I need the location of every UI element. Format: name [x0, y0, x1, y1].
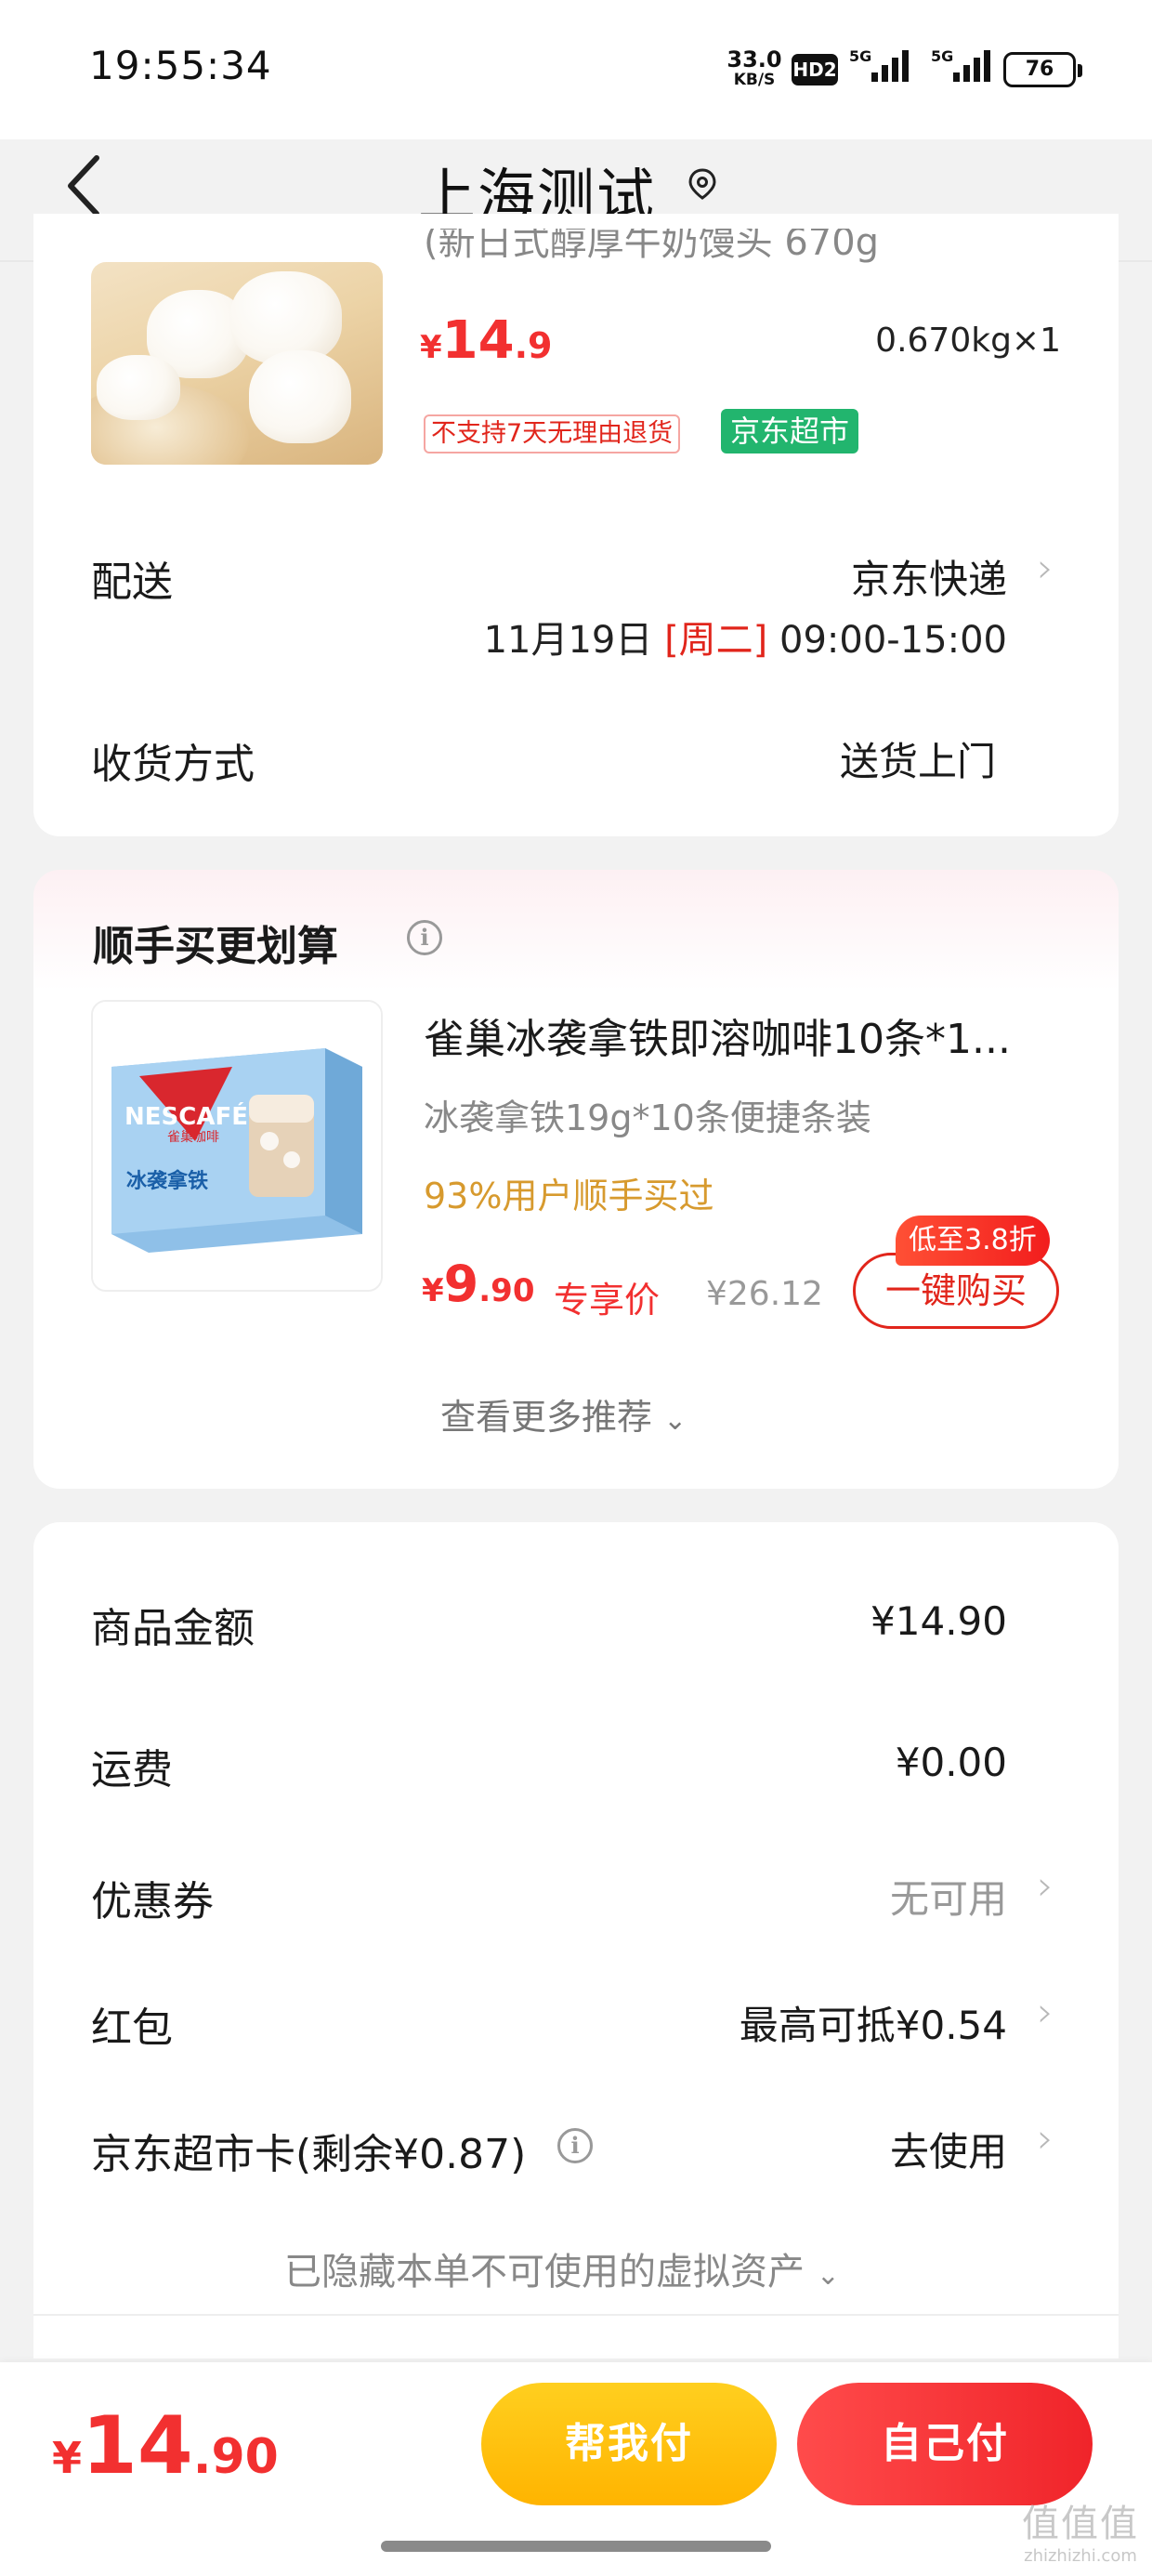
coupon-value[interactable]: 无可用: [890, 1868, 1007, 1925]
red-packet-value[interactable]: 最高可抵¥0.54: [740, 1994, 1007, 2051]
image-brand: NESCAFÉ: [124, 1101, 248, 1131]
home-indicator[interactable]: [381, 2541, 771, 2552]
signal-5g-icon-2: 5G: [929, 45, 998, 87]
product-weight-quantity: 0.670kg×1: [875, 322, 1061, 360]
self-pay-button[interactable]: 自己付: [797, 2383, 1093, 2505]
supermarket-card-value[interactable]: 去使用: [890, 2121, 1007, 2177]
recommend-product-image[interactable]: NESCAFÉ 雀巢咖啡 冰袭拿铁: [91, 1000, 383, 1292]
chevron-right-icon[interactable]: ›: [1037, 545, 1054, 592]
info-icon[interactable]: i: [407, 920, 442, 955]
more-recommendations-link[interactable]: 查看更多推荐 ⌄: [440, 1388, 687, 1439]
recommend-users-text: 93%用户顺手买过: [424, 1176, 714, 1216]
status-time: 19:55:34: [89, 43, 272, 88]
delivery-label: 配送: [91, 559, 173, 606]
product-image[interactable]: [91, 262, 383, 465]
summary-divider: [33, 2314, 1119, 2316]
delivery-carrier[interactable]: 京东快递: [851, 548, 1007, 605]
receive-method-label: 收货方式: [91, 741, 255, 788]
signal-1-label: 5G: [849, 47, 871, 65]
coupon-label: 优惠券: [91, 1878, 214, 1925]
hidden-assets-toggle[interactable]: 已隐藏本单不可使用的虚拟资产 ⌄: [284, 2241, 840, 2295]
battery-icon: 76: [1003, 52, 1082, 87]
help-pay-button[interactable]: 帮我付: [481, 2383, 777, 2505]
recommend-product-spec: 冰袭拿铁19g*10条便捷条装: [424, 1097, 871, 1138]
image-product-name: 冰袭拿铁: [126, 1169, 208, 1193]
shipping-fee-label: 运费: [91, 1746, 173, 1794]
store-tag: 京东超市: [721, 409, 859, 453]
shipping-fee-value: ¥0.00: [895, 1740, 1007, 1785]
signal-5g-icon: 5G: [847, 45, 916, 87]
receive-method-value[interactable]: 送货上门: [840, 730, 996, 787]
discount-badge: 低至3.8折: [896, 1216, 1050, 1266]
recommend-price: ¥9.90: [422, 1255, 535, 1313]
hd-voice-icon: HD2: [792, 54, 838, 85]
network-speed: 33.0 KB/S: [727, 48, 782, 88]
delivery-time[interactable]: 11月19日 [周二] 09:00-15:00: [484, 610, 1007, 664]
chevron-left-icon: [68, 155, 99, 217]
back-button[interactable]: [58, 149, 113, 223]
info-icon[interactable]: i: [557, 2128, 593, 2163]
chevron-right-icon[interactable]: ›: [1037, 1862, 1054, 1910]
recommend-product-name[interactable]: 雀巢冰袭拿铁即溶咖啡10条*1...: [424, 1005, 1074, 1065]
total-price: ¥14.90: [52, 2399, 279, 2492]
goods-amount-value: ¥14.90: [871, 1598, 1007, 1644]
image-brand-cn: 雀巢咖啡: [167, 1130, 219, 1145]
red-packet-label: 红包: [91, 2004, 173, 2052]
chevron-right-icon[interactable]: ›: [1037, 1989, 1054, 2036]
signal-2-label: 5G: [931, 47, 953, 65]
location-pin-icon[interactable]: [686, 167, 719, 201]
exclusive-price-label: 专享价: [554, 1280, 661, 1321]
original-price: ¥26.12: [706, 1275, 823, 1313]
chevron-right-icon[interactable]: ›: [1037, 2115, 1054, 2162]
supermarket-card-label: 京东超市卡(剩余¥0.87): [91, 2131, 527, 2178]
network-speed-unit: KB/S: [733, 71, 776, 89]
product-title[interactable]: (新日式醇厚牛奶馒头 670g: [424, 229, 1074, 268]
recommendation-title: 顺手买更划算: [93, 923, 338, 970]
no-return-tag: 不支持7天无理由退货: [424, 414, 681, 453]
chevron-down-icon: ⌄: [663, 1404, 687, 1437]
goods-amount-label: 商品金额: [91, 1605, 255, 1652]
watermark-logo: 值值值 zhizhizhi.com: [1022, 2503, 1139, 2566]
chevron-down-icon: ⌄: [816, 2259, 840, 2292]
product-price: ¥14.9: [420, 310, 553, 371]
network-speed-value: 33.0: [727, 46, 782, 72]
